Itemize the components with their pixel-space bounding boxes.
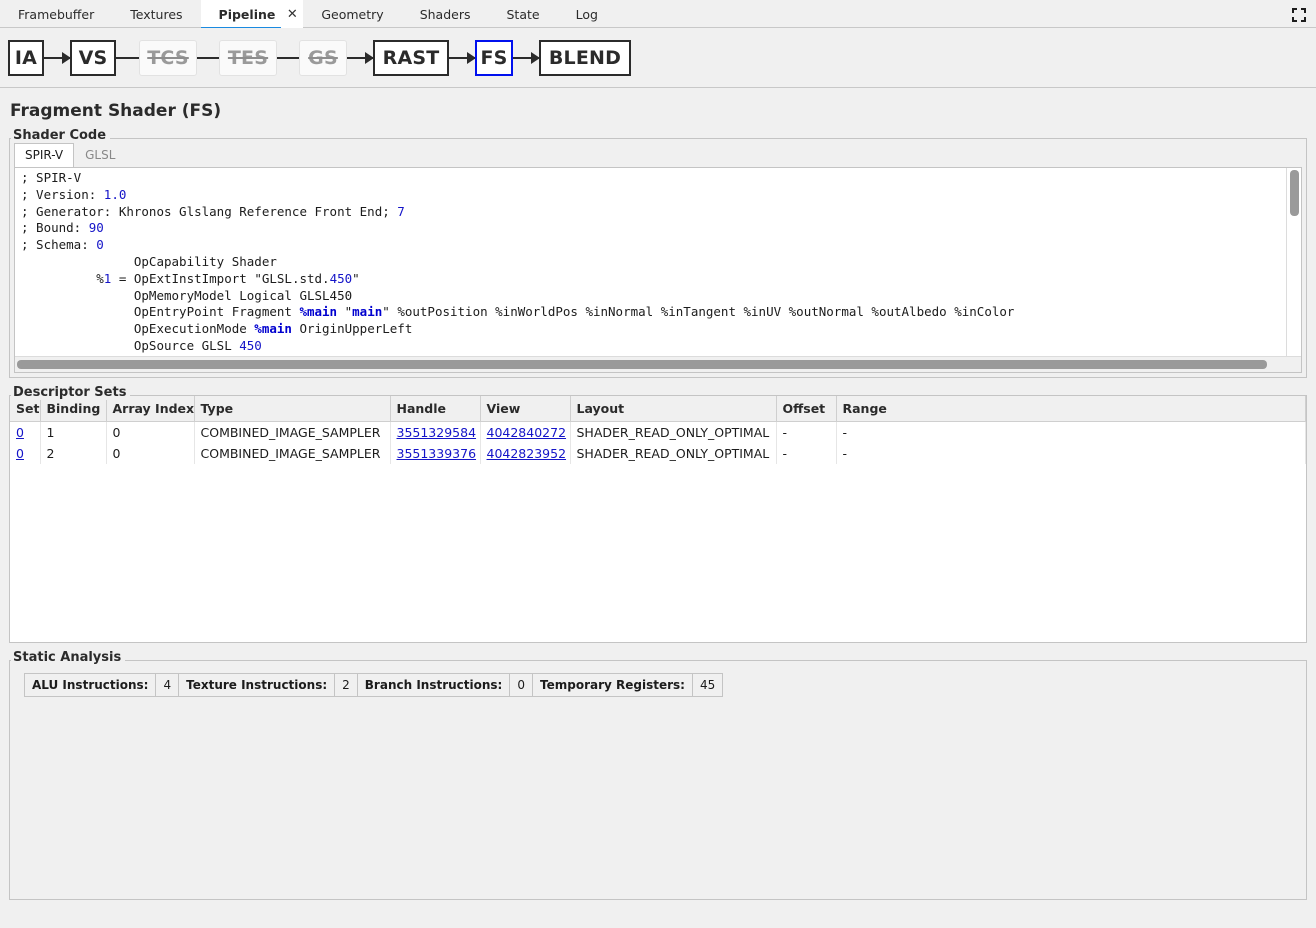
- pipeline-stage-fs[interactable]: FS: [475, 40, 513, 76]
- pipeline-stage-vs[interactable]: VS: [70, 40, 116, 76]
- pipeline-arrow-vs-tcs: [116, 57, 139, 59]
- column-header-handle[interactable]: Handle: [390, 396, 480, 422]
- code-horizontal-scroll-thumb[interactable]: [17, 360, 1267, 369]
- cell-handle: 3551339376: [390, 443, 480, 464]
- column-header-type[interactable]: Type: [194, 396, 390, 422]
- cell-range: -: [836, 422, 1306, 444]
- column-header-layout[interactable]: Layout: [570, 396, 776, 422]
- cell-offset: -: [776, 443, 836, 464]
- metric-label-alu-instructions: ALU Instructions:: [25, 674, 156, 697]
- pipeline-arrow-ia-vs: [44, 57, 70, 59]
- pipeline-stage-ia[interactable]: IA: [8, 40, 44, 76]
- cell-binding: 1: [40, 422, 106, 444]
- column-header-range[interactable]: Range: [836, 396, 1306, 422]
- cell-binding: 2: [40, 443, 106, 464]
- table-row: ALU Instructions: 4 Texture Instructions…: [25, 674, 723, 697]
- cell-type: COMBINED_IMAGE_SAMPLER: [194, 422, 390, 444]
- code-vertical-scrollbar[interactable]: [1286, 168, 1301, 356]
- cell-array-index: 0: [106, 422, 194, 444]
- table-header-row: Set Binding Array Index Type Handle View…: [10, 396, 1306, 422]
- cell-set: 0: [10, 443, 40, 464]
- pipeline-stage-gs: GS: [299, 40, 347, 76]
- column-header-offset[interactable]: Offset: [776, 396, 836, 422]
- tab-label: Log: [576, 7, 598, 22]
- section-title: Static Analysis: [11, 650, 125, 665]
- descriptor-sets-section: Descriptor Sets Set Binding Array Index …: [9, 386, 1307, 643]
- cell-type: COMBINED_IMAGE_SAMPLER: [194, 443, 390, 464]
- metric-label-branch-instructions: Branch Instructions:: [357, 674, 510, 697]
- metric-label-texture-instructions: Texture Instructions:: [179, 674, 335, 697]
- shader-code-text: ; SPIR-V ; Version: 1.0 ; Generator: Khr…: [21, 170, 1285, 372]
- pipeline-stage-tcs: TCS: [139, 40, 197, 76]
- pipeline-arrow-rast-fs: [449, 57, 475, 59]
- pipeline-stage-bar: IA VS TCS TES GS RAST FS BLEND: [0, 28, 1316, 88]
- pipeline-arrow-fs-blend: [513, 57, 539, 59]
- table-row[interactable]: 0 2 0 COMBINED_IMAGE_SAMPLER 3551339376 …: [10, 443, 1306, 464]
- set-link[interactable]: 0: [16, 446, 24, 461]
- metric-value-alu-instructions: 4: [156, 674, 179, 697]
- handle-link[interactable]: 3551329584: [397, 425, 477, 440]
- view-link[interactable]: 4042840272: [487, 425, 567, 440]
- tab-log[interactable]: Log: [558, 0, 616, 28]
- tab-label: Geometry: [321, 7, 383, 22]
- tab-label: State: [507, 7, 540, 22]
- pipeline-stage-blend[interactable]: BLEND: [539, 40, 631, 76]
- table-row[interactable]: 0 1 0 COMBINED_IMAGE_SAMPLER 3551329584 …: [10, 422, 1306, 444]
- tab-spirv[interactable]: SPIR-V: [14, 143, 74, 168]
- cell-view: 4042823952: [480, 443, 570, 464]
- static-analysis-section: Static Analysis ALU Instructions: 4 Text…: [9, 651, 1307, 900]
- pipeline-stage-tes: TES: [219, 40, 277, 76]
- cell-array-index: 0: [106, 443, 194, 464]
- pipeline-arrow-tcs-tes: [197, 57, 219, 59]
- cell-offset: -: [776, 422, 836, 444]
- static-analysis-table: ALU Instructions: 4 Texture Instructions…: [24, 673, 723, 697]
- page-title: Fragment Shader (FS): [0, 88, 1316, 129]
- metric-value-branch-instructions: 0: [510, 674, 533, 697]
- metric-value-temporary-registers: 45: [692, 674, 722, 697]
- shader-code-tabs: SPIR-V GLSL: [10, 139, 1306, 167]
- tab-label: Pipeline: [219, 7, 276, 22]
- column-header-view[interactable]: View: [480, 396, 570, 422]
- cell-set: 0: [10, 422, 40, 444]
- fullscreen-icon[interactable]: [1288, 4, 1310, 26]
- section-title: Descriptor Sets: [11, 385, 130, 400]
- code-horizontal-scrollbar[interactable]: [15, 356, 1301, 372]
- code-vertical-scroll-thumb[interactable]: [1290, 170, 1299, 216]
- tab-pipeline[interactable]: Pipeline: [201, 0, 282, 28]
- cell-layout: SHADER_READ_ONLY_OPTIMAL: [570, 422, 776, 444]
- handle-link[interactable]: 3551339376: [397, 446, 477, 461]
- cell-layout: SHADER_READ_ONLY_OPTIMAL: [570, 443, 776, 464]
- tab-state[interactable]: State: [489, 0, 558, 28]
- tab-label: Shaders: [420, 7, 471, 22]
- section-title: Shader Code: [11, 128, 110, 143]
- pipeline-arrow-gs-rast: [347, 57, 373, 59]
- tab-glsl[interactable]: GLSL: [74, 143, 126, 167]
- tab-geometry[interactable]: Geometry: [303, 0, 401, 28]
- shader-code-editor[interactable]: ; SPIR-V ; Version: 1.0 ; Generator: Khr…: [14, 167, 1302, 373]
- tab-framebuffer[interactable]: Framebuffer: [0, 0, 112, 28]
- set-link[interactable]: 0: [16, 425, 24, 440]
- metric-label-temporary-registers: Temporary Registers:: [533, 674, 693, 697]
- cell-view: 4042840272: [480, 422, 570, 444]
- tab-shaders[interactable]: Shaders: [402, 0, 489, 28]
- pipeline-stage-rast[interactable]: RAST: [373, 40, 449, 76]
- close-icon[interactable]: ✕: [281, 0, 303, 28]
- tab-label: Textures: [130, 7, 182, 22]
- cell-range: -: [836, 443, 1306, 464]
- cell-handle: 3551329584: [390, 422, 480, 444]
- view-link[interactable]: 4042823952: [487, 446, 567, 461]
- metric-value-texture-instructions: 2: [335, 674, 358, 697]
- descriptor-sets-table: Set Binding Array Index Type Handle View…: [10, 396, 1306, 464]
- tab-textures[interactable]: Textures: [112, 0, 200, 28]
- pipeline-arrow-tes-gs: [277, 57, 299, 59]
- tab-label: Framebuffer: [18, 7, 94, 22]
- shader-code-section: Shader Code SPIR-V GLSL ; SPIR-V ; Versi…: [9, 129, 1307, 378]
- main-tab-bar: Framebuffer Textures Pipeline ✕ Geometry…: [0, 0, 1316, 28]
